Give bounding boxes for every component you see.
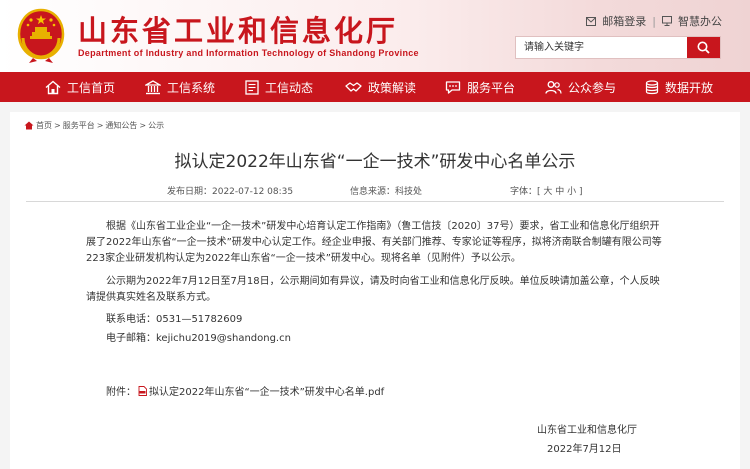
nav-item-label: 服务平台 (467, 80, 516, 95)
database-icon (645, 79, 659, 94)
breadcrumb-separator: > (96, 121, 104, 130)
article-paragraph: 公示期为2022年7月12日至7月18日，公示期间如有异议，请及时向省工业和信息… (86, 276, 660, 303)
breadcrumb-home[interactable]: 首页 (36, 120, 52, 131)
font-size-control[interactable]: 字体：[ 大 中 小 ] (510, 184, 582, 197)
breadcrumb-separator: > (139, 121, 147, 130)
site-title: 山东省工业和信息化厅 (78, 14, 399, 48)
home-icon (24, 121, 34, 130)
nav-item-label: 工信首页 (67, 80, 116, 95)
site-header: 山东省工业和信息化厅 Department of Industry and In… (0, 0, 750, 72)
top-links-separator: | (652, 14, 656, 28)
breadcrumb-separator: > (54, 121, 61, 130)
nav-item-system[interactable]: 工信系统 (145, 72, 215, 102)
search-input[interactable] (516, 37, 687, 58)
smart-office-link[interactable]: 智慧办公 (678, 13, 722, 29)
attachment: 附件： 拟认定2022年山东省“一企一技术”研发中心名单.pdf (106, 383, 384, 398)
handshake-icon (345, 81, 362, 92)
people-icon (545, 80, 562, 94)
nav-item-open-data[interactable]: 数据开放 (645, 72, 713, 102)
publish-date: 发布日期：2022-07-12 08:35 (167, 187, 294, 197)
search-icon (697, 41, 710, 54)
chat-icon (445, 80, 461, 94)
search-button[interactable] (687, 37, 720, 58)
search-box (515, 36, 721, 59)
signature-org: 山东省工业和信息化厅 (537, 425, 637, 436)
site-subtitle: Department of Industry and Information T… (78, 48, 419, 58)
signature-date: 2022年7月12日 (547, 444, 622, 455)
nav-item-policy[interactable]: 政策解读 (345, 72, 416, 102)
building-icon (145, 79, 161, 94)
nav-item-news[interactable]: 工信动态 (245, 72, 313, 102)
national-emblem-icon (17, 8, 65, 63)
article-title: 拟认定2022年山东省“一企一技术”研发中心名单公示 (174, 152, 576, 172)
nav-item-label: 工信系统 (167, 80, 216, 95)
nav-item-home[interactable]: 工信首页 (45, 72, 115, 102)
info-source: 信息来源：科技处 (350, 187, 423, 197)
pdf-file-icon (138, 385, 147, 396)
nav-item-label: 公众参与 (568, 80, 617, 95)
mail-icon (586, 16, 597, 26)
nav-item-label: 工信动态 (265, 80, 314, 95)
breadcrumb-publicity[interactable]: 公示 (148, 120, 164, 131)
nav-item-service[interactable]: 服务平台 (445, 72, 515, 102)
document-icon (245, 79, 259, 95)
nav-item-label: 数据开放 (665, 80, 714, 95)
breadcrumb-notice[interactable]: 通知公告 (105, 120, 137, 131)
nav-item-public[interactable]: 公众参与 (545, 72, 616, 102)
breadcrumb-service[interactable]: 服务平台 (63, 120, 95, 131)
title-divider (26, 201, 724, 202)
attachment-label: 附件： (106, 387, 136, 398)
monitor-icon (662, 16, 672, 26)
attachment-link[interactable]: 拟认定2022年山东省“一企一技术”研发中心名单.pdf (149, 383, 384, 398)
email-login-link[interactable]: 邮箱登录 (602, 13, 646, 29)
article-paragraph: 根据《山东省工业企业“一企一技术”研发中心培育认定工作指南》（鲁工信技〔2020… (86, 221, 662, 264)
contact-phone: 联系电话：0531—51782609 (106, 314, 243, 325)
nav-item-label: 政策解读 (368, 80, 417, 95)
top-links: 邮箱登录 | 智慧办公 (586, 13, 722, 29)
breadcrumb: 首页 > 服务平台 > 通知公告 > 公示 (24, 120, 164, 131)
contact-email: 电子邮箱：kejichu2019@shandong.cn (106, 333, 291, 344)
main-nav: 工信首页 工信系统 工信动态 政策解读 服务平台 公众参与 数据开放 (0, 72, 750, 102)
home-icon (45, 80, 61, 94)
